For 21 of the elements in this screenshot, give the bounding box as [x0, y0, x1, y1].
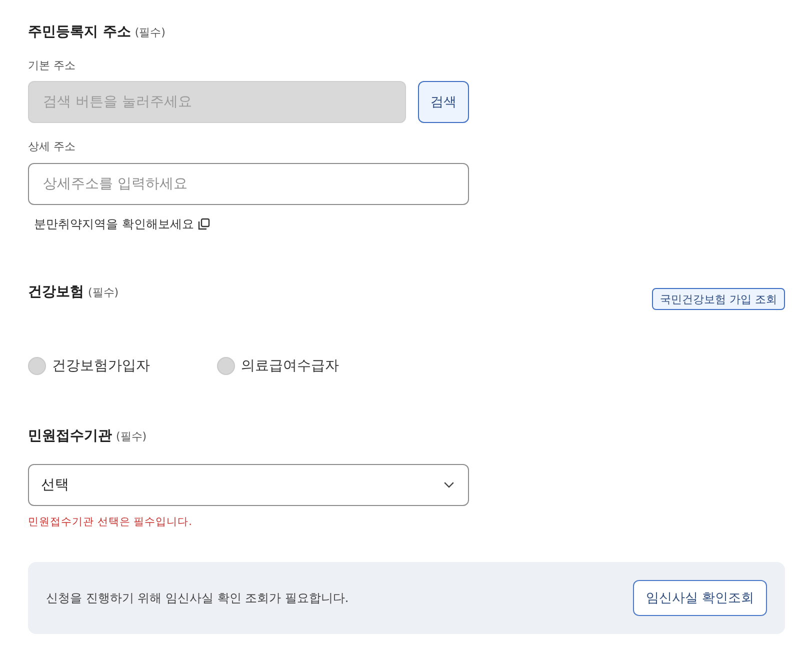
check-button[interactable]: 임신사실 확인조회: [632, 580, 767, 616]
required-label: (필수): [134, 25, 166, 41]
copy-icon: [198, 218, 210, 230]
error-message: 민원접수기관 선택은 필수입니다.: [28, 515, 194, 529]
select-field[interactable]: 선택: [28, 464, 469, 506]
detail-address-field[interactable]: 상세주소를 입력하세요: [28, 163, 469, 205]
field-label: 기본 주소: [28, 58, 76, 74]
text-link[interactable]: 분만취약지역을 확인해보세요: [34, 215, 210, 233]
radio-icon[interactable]: [217, 357, 235, 375]
field-label: 상세 주소: [28, 139, 76, 155]
radio-option[interactable]: 의료급여수급자: [217, 357, 339, 375]
required-label: (필수): [116, 429, 147, 445]
radio-icon[interactable]: [28, 357, 46, 375]
section-title: 건강보험: [28, 283, 84, 302]
chevron-down-icon: [444, 482, 454, 488]
notice-text: 신청을 진행하기 위해 임신사실 확인 조회가 필요합니다.: [46, 590, 349, 606]
section-title: 주민등록지 주소: [28, 23, 131, 42]
lookup-button[interactable]: 국민건강보험 가입 조회: [652, 288, 785, 310]
radio-option[interactable]: 건강보험가입자: [28, 357, 150, 375]
required-label: (필수): [88, 285, 119, 301]
section-title: 민원접수기관: [28, 427, 112, 446]
